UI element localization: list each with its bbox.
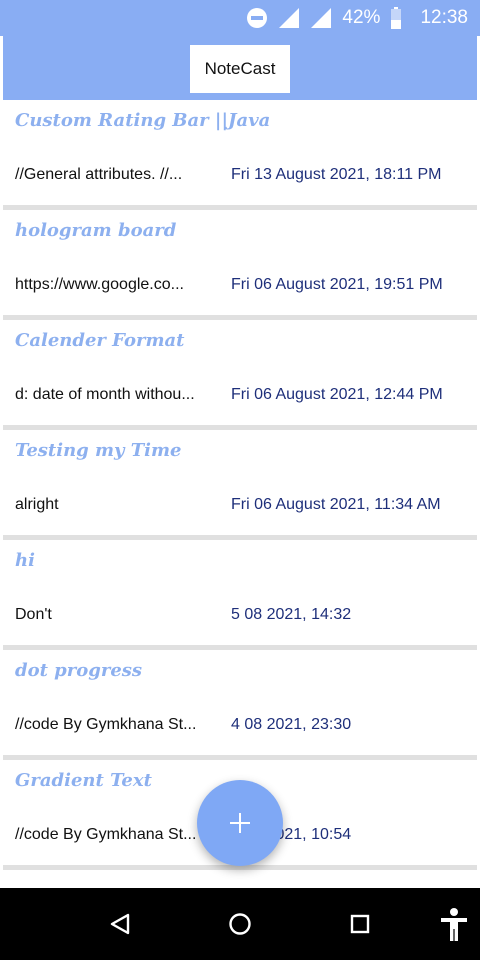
note-item[interactable]: hi Don't 5 08 2021, 14:32 <box>3 540 477 650</box>
note-preview: //code By Gymkhana St... <box>15 826 197 843</box>
note-preview: Don't <box>15 606 52 623</box>
note-preview: //code By Gymkhana St... <box>15 716 197 733</box>
status-icons: 42% 12:38 <box>246 0 468 36</box>
note-item[interactable]: Calender Format d: date of month withou.… <box>3 320 477 430</box>
note-title: dot progress <box>15 660 143 681</box>
recents-button[interactable] <box>342 906 378 942</box>
clock: 12:38 <box>420 7 468 28</box>
home-icon <box>229 913 251 935</box>
app-title: NoteCast <box>190 45 290 93</box>
note-list: Custom Rating Bar ||Java //General attri… <box>3 100 477 888</box>
note-preview: alright <box>15 496 59 513</box>
note-preview: https://www.google.co... <box>15 276 184 293</box>
note-date: Fri 06 August 2021, 11:34 AM <box>231 496 441 513</box>
note-item[interactable]: Testing my Time alright Fri 06 August 20… <box>3 430 477 540</box>
app-bar: NoteCast <box>3 36 477 100</box>
note-date: Fri 06 August 2021, 19:51 PM <box>231 276 443 293</box>
accessibility-button[interactable] <box>436 906 472 942</box>
dnd-icon <box>247 8 268 28</box>
note-date: 4 08 2021, 23:30 <box>231 716 352 733</box>
note-preview: //General attributes. //... <box>15 166 183 183</box>
note-title: Custom Rating Bar ||Java <box>15 110 271 131</box>
status-bar: 42% 12:38 <box>0 0 480 36</box>
note-item[interactable]: dot progress //code By Gymkhana St... 4 … <box>3 650 477 760</box>
plus-icon <box>230 813 250 833</box>
note-title: hologram board <box>15 220 177 241</box>
note-title: hi <box>15 550 35 571</box>
note-title: Testing my Time <box>15 440 182 461</box>
add-note-button[interactable] <box>197 780 283 866</box>
accessibility-icon <box>441 908 467 941</box>
back-icon <box>110 913 130 935</box>
note-date: 5 08 2021, 14:32 <box>231 606 352 623</box>
note-item[interactable] <box>3 870 477 888</box>
battery-icon <box>391 7 402 29</box>
note-date: Fri 13 August 2021, 18:11 PM <box>231 166 442 183</box>
recents-icon <box>350 914 370 934</box>
note-title: Calender Format <box>15 330 185 351</box>
note-preview: d: date of month withou... <box>15 386 195 403</box>
app-frame: NoteCast Custom Rating Bar ||Java //Gene… <box>3 36 477 888</box>
note-item[interactable]: hologram board https://www.google.co... … <box>3 210 477 320</box>
battery-percent: 42% <box>342 7 381 28</box>
signal-icon <box>311 8 332 28</box>
note-item[interactable]: Custom Rating Bar ||Java //General attri… <box>3 100 477 210</box>
note-title: Gradient Text <box>15 770 152 791</box>
back-button[interactable] <box>102 906 138 942</box>
home-button[interactable] <box>222 906 258 942</box>
note-date: Fri 06 August 2021, 12:44 PM <box>231 386 443 403</box>
signal-icon <box>279 8 300 28</box>
navigation-bar <box>0 888 480 960</box>
